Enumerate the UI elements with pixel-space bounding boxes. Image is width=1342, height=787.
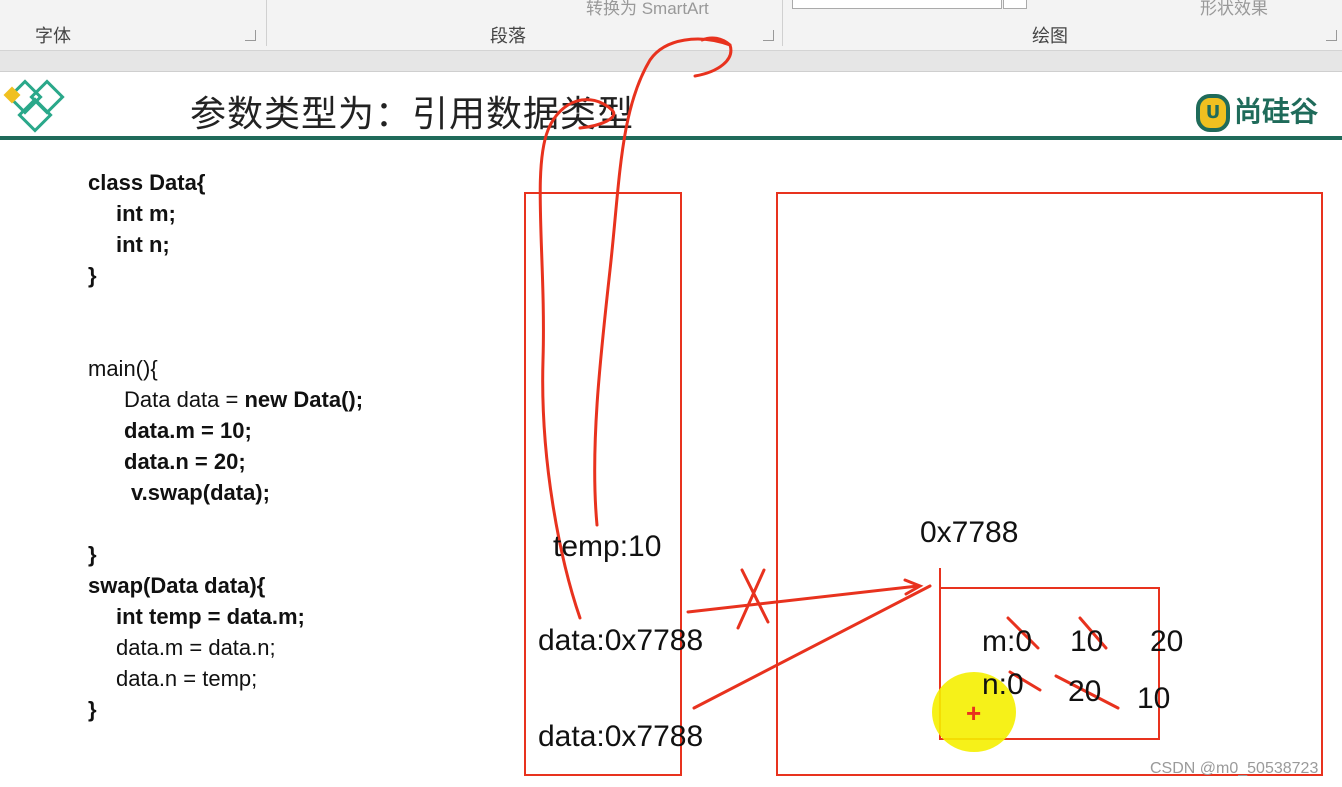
annotation-strokes bbox=[538, 36, 1120, 710]
field-n-label: n:0 bbox=[982, 668, 1024, 701]
memory-diagram bbox=[524, 36, 1323, 776]
stack-data-swap: data:0x7788 bbox=[538, 720, 704, 753]
field-m-value: 10 bbox=[1070, 625, 1104, 658]
heap-box bbox=[776, 192, 1323, 776]
stack-data-main: data:0x7788 bbox=[538, 624, 704, 657]
stack-temp: temp:10 bbox=[553, 530, 662, 563]
heap-address: 0x7788 bbox=[920, 516, 1019, 549]
field-m-label: m:0 bbox=[982, 625, 1033, 658]
pointer-cursor-icon: + bbox=[966, 698, 982, 728]
field-n-value: 20 bbox=[1068, 675, 1102, 708]
watermark: CSDN @m0_50538723 bbox=[1150, 760, 1319, 777]
field-m-value: 20 bbox=[1150, 625, 1184, 658]
field-n-value: 10 bbox=[1137, 682, 1171, 715]
